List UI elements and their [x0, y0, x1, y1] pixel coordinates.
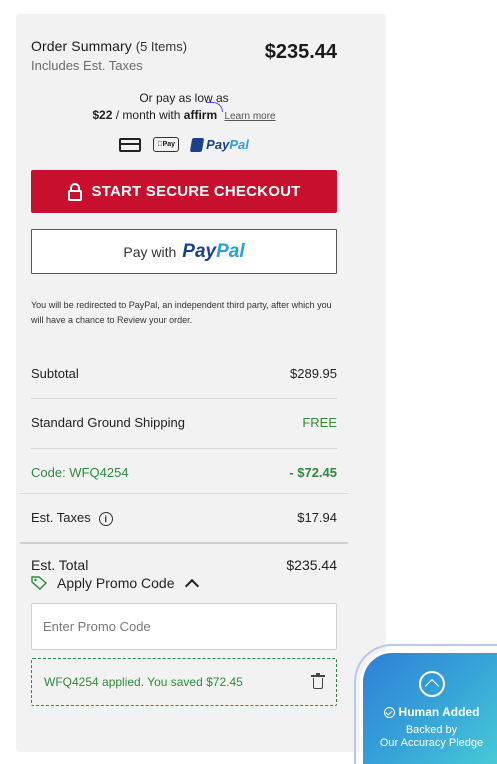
payment-method-icons: Pay PayPal: [31, 137, 337, 152]
badge-line2: Our Accuracy Pledge: [379, 737, 484, 749]
affirm-logo: affirm: [183, 108, 218, 122]
apple-pay-icon: Pay: [153, 137, 180, 152]
badge-subtitle: Backed by Our Accuracy Pledge: [363, 724, 497, 750]
subtotal-row: Subtotal $289.95: [31, 366, 337, 381]
promo-discount-value: - $72.45: [289, 465, 337, 480]
subtotal-value: $289.95: [290, 366, 337, 381]
affirm-line1: Or pay as low as: [139, 91, 229, 105]
promo-applied-message: WFQ4254 applied. You saved $72.45: [44, 675, 243, 689]
taxes-value: $17.94: [297, 510, 337, 526]
lock-icon: [67, 182, 82, 201]
paypal-brand-part1: Pay: [182, 240, 217, 262]
paypal-brand-part2: Pal: [216, 240, 245, 262]
accuracy-pledge-badge[interactable]: Human Added Backed by Our Accuracy Pledg…: [360, 650, 497, 764]
divider: [31, 448, 337, 449]
estimated-total-value: $235.44: [286, 557, 337, 573]
apple-pay-label: Pay: [159, 141, 175, 148]
divider: [31, 398, 337, 399]
check-circle-icon: [383, 706, 395, 718]
paypal-logo-icon: PayPal: [189, 137, 249, 152]
divider: [20, 493, 348, 494]
apply-promo-code-label: Apply Promo Code: [57, 575, 175, 591]
promo-applied-notice: WFQ4254 applied. You saved $72.45: [31, 658, 337, 706]
taxes-label-group: Est. Taxes i: [31, 510, 113, 526]
affirm-per-month: / month with: [115, 108, 181, 122]
promo-code-input[interactable]: [31, 603, 337, 650]
taxes-label: Est. Taxes: [31, 510, 91, 525]
estimated-total-row: Est. Total $235.44: [31, 557, 337, 573]
subtotal-label: Subtotal: [31, 366, 79, 381]
badge-title-text: Human Added: [398, 705, 480, 719]
paypal-redirect-note: You will be redirected to PayPal, an ind…: [31, 300, 332, 325]
pay-with-paypal-button[interactable]: Pay with PayPal: [31, 229, 337, 274]
trash-icon[interactable]: [311, 673, 325, 689]
item-count: (5 Items): [135, 39, 188, 54]
tag-icon: [31, 576, 47, 590]
affirm-learn-more-link[interactable]: Learn more: [224, 111, 275, 122]
taxes-row: Est. Taxes i $17.94: [31, 510, 337, 526]
shipping-row: Standard Ground Shipping FREE: [31, 415, 337, 430]
promo-code-row: Code: WFQ4254 - $72.45: [31, 465, 337, 480]
paypal-logo-part1: Pay: [206, 137, 230, 152]
shipping-label: Standard Ground Shipping: [31, 415, 185, 430]
affirm-financing: Or pay as low as $22 / month with affirm…: [31, 90, 337, 125]
divider: [20, 542, 348, 544]
promo-code-label: Code: WFQ4254: [31, 465, 129, 480]
order-total: $235.44: [264, 41, 337, 63]
apply-promo-code-toggle[interactable]: Apply Promo Code: [31, 575, 199, 593]
affirm-line2: $22 / month with affirm Learn more: [31, 107, 337, 125]
badge-title: Human Added: [363, 705, 497, 719]
start-secure-checkout-button[interactable]: START SECURE CHECKOUT: [31, 170, 337, 213]
affirm-amount: $22: [92, 108, 113, 122]
paypal-logo: PayPal: [182, 241, 244, 263]
shipping-value: FREE: [302, 415, 337, 430]
pay-with-label: Pay with: [123, 243, 177, 260]
checkout-button-label: START SECURE CHECKOUT: [91, 183, 301, 200]
chevron-up-icon: [184, 578, 199, 593]
estimated-total-label: Est. Total: [31, 557, 89, 573]
home-icon: [419, 671, 445, 697]
order-summary-header: Order Summary (5 Items) Includes Est. Ta…: [31, 38, 337, 73]
credit-card-icon: [119, 137, 142, 152]
badge-line1: Backed by: [405, 724, 458, 736]
order-summary-label: Order Summary: [31, 38, 132, 54]
paypal-logo-part2: Pal: [229, 137, 249, 152]
paypal-mark-icon: [189, 137, 205, 152]
info-icon[interactable]: i: [98, 511, 113, 526]
